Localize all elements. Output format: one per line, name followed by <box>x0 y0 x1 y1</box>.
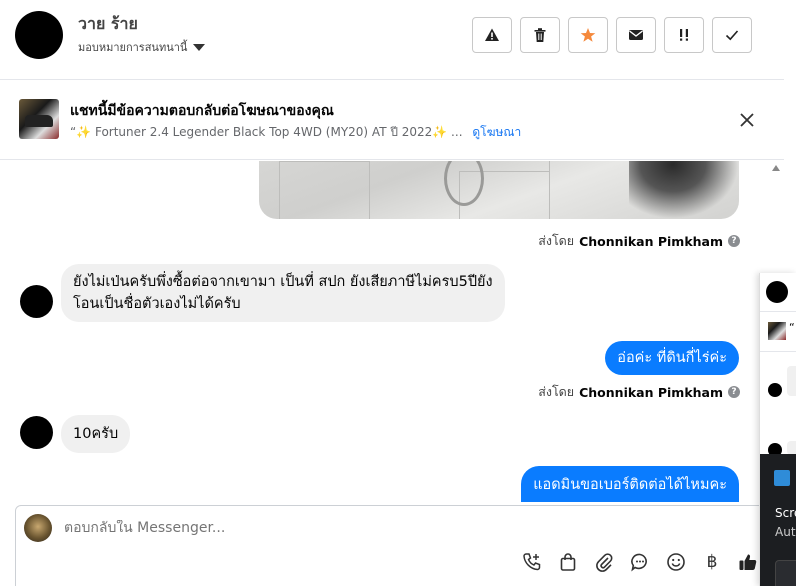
sent-by-prefix: ส่งโดย <box>538 233 575 248</box>
message-thread[interactable]: ส่งโดย Chonnikan Pimkham ? ยังไม่เป่นครั… <box>0 161 784 502</box>
emoji-button[interactable] <box>665 551 687 573</box>
popup-avatar-small <box>768 383 782 397</box>
star-button[interactable] <box>568 17 608 53</box>
outgoing-message[interactable]: อ่อค่ะ ที่ดินกี่ไร่ค่ะ <box>605 341 739 375</box>
report-button[interactable] <box>472 17 512 53</box>
scroll-up-arrow-icon[interactable] <box>772 165 780 171</box>
conversation-header: วาย ร้าย มอบหมายการสนทนานี้ <box>0 0 784 80</box>
assign-label: มอบหมายการสนทนานี้ <box>78 41 188 54</box>
caret-down-icon <box>193 43 206 51</box>
page-avatar <box>24 514 52 542</box>
sent-by-prefix: ส่งโดย <box>538 384 575 399</box>
toast-title: Scre <box>775 506 796 520</box>
contact-avatar-small[interactable] <box>20 416 53 449</box>
delete-button[interactable] <box>520 17 560 53</box>
header-actions <box>472 17 752 53</box>
app-icon <box>774 470 790 486</box>
toast-subtitle: Aut <box>775 525 796 539</box>
mark-unread-button[interactable] <box>616 17 656 53</box>
popup-ad-thumbnail <box>768 322 786 340</box>
check-icon <box>725 30 739 41</box>
contact-name[interactable]: วาย ร้าย <box>78 12 138 37</box>
contact-avatar[interactable] <box>15 11 63 59</box>
smiley-icon <box>667 553 685 571</box>
help-icon[interactable]: ? <box>728 386 740 398</box>
view-ad-link[interactable]: ดูโฆษณา <box>472 125 521 139</box>
attach-button[interactable] <box>593 551 615 573</box>
sent-by-line: ส่งโดย Chonnikan Pimkham ? <box>538 231 740 251</box>
popup-quote: “ <box>789 321 795 334</box>
ad-reply-banner: แชทนี้มีข้อความตอบกลับต่อโฆษณาของคุณ “✨ … <box>0 81 784 160</box>
outgoing-message[interactable]: แอดมินขอเบอร์ติดต่อได้ไหมคะ <box>521 466 739 502</box>
envelope-icon <box>629 30 643 40</box>
assign-conversation-dropdown[interactable]: มอบหมายการสนทนานี้ <box>78 38 206 56</box>
chat-bubble-icon <box>631 553 647 572</box>
message-text: โอนเป็นชื่อตัวเองไม่ได้ครับ <box>73 296 241 312</box>
screenshot-toast[interactable]: Scre Aut <box>760 454 796 586</box>
done-button[interactable] <box>712 17 752 53</box>
help-icon[interactable]: ? <box>728 235 740 247</box>
incoming-message[interactable]: ยังไม่เป่นครับพึ่งซื้อต่อจากเขามา เป็นที… <box>61 264 505 322</box>
ad-text: “✨ Fortuner 2.4 Legender Black Top 4WD (… <box>70 125 463 139</box>
phone-plus-button[interactable] <box>521 551 543 573</box>
ad-thumbnail[interactable] <box>19 99 59 139</box>
shopping-bag-icon <box>560 553 576 571</box>
ad-banner-subtitle: “✨ Fortuner 2.4 Legender Black Top 4WD (… <box>70 123 521 142</box>
phone-plus-icon <box>523 553 541 571</box>
reply-input[interactable] <box>64 520 744 536</box>
like-button[interactable] <box>737 551 759 573</box>
saved-replies-button[interactable] <box>629 551 651 573</box>
payment-button[interactable]: ฿ <box>701 551 723 573</box>
follow-up-button[interactable] <box>664 17 704 53</box>
thumbs-up-icon <box>739 554 757 570</box>
sender-name: Chonnikan Pimkham <box>579 233 723 249</box>
contact-avatar-small[interactable] <box>20 285 53 318</box>
popup-avatar <box>766 281 788 303</box>
star-icon <box>580 28 596 42</box>
shop-button[interactable] <box>557 551 579 573</box>
reply-composer: ฿ <box>15 505 784 586</box>
composer-tools: ฿ <box>521 551 759 573</box>
baht-icon: ฿ <box>706 552 718 572</box>
ad-banner-title: แชทนี้มีข้อความตอบกลับต่อโฆษณาของคุณ <box>70 103 334 119</box>
message-photo[interactable] <box>259 161 739 219</box>
warning-icon <box>485 28 499 41</box>
toast-preview <box>775 560 796 586</box>
close-icon[interactable] <box>738 111 756 129</box>
incoming-message[interactable]: 10ครับ <box>61 415 131 453</box>
message-text: ยังไม่เป่นครับพึ่งซื้อต่อจากเขามา เป็นที… <box>73 274 493 290</box>
trash-icon <box>534 28 546 42</box>
sender-name: Chonnikan Pimkham <box>579 384 723 400</box>
follow-up-icon <box>680 29 688 41</box>
sent-by-line: ส่งโดย Chonnikan Pimkham ? <box>538 382 740 402</box>
paperclip-icon <box>596 553 613 572</box>
